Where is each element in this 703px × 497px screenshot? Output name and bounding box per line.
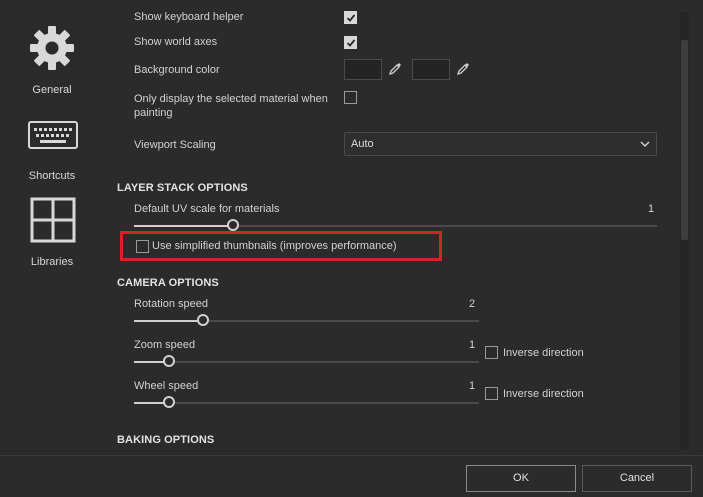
uv-scale-slider-fill — [134, 225, 233, 227]
sidebar: General Shortcuts Libraries — [0, 0, 104, 455]
rotation-speed-label: Rotation speed — [134, 298, 208, 310]
checkmark-icon — [346, 39, 356, 47]
wheel-speed-slider-thumb[interactable] — [163, 396, 175, 408]
sidebar-item-libraries[interactable]: Libraries — [0, 195, 104, 275]
sidebar-item-label: Shortcuts — [28, 170, 76, 182]
baking-section-title: BAKING OPTIONS — [117, 434, 215, 446]
uv-scale-slider-thumb[interactable] — [227, 219, 239, 231]
rotation-speed-slider-thumb[interactable] — [197, 314, 209, 326]
cancel-button[interactable]: Cancel — [582, 465, 692, 492]
ok-button[interactable]: OK — [466, 465, 576, 492]
zoom-speed-slider-thumb[interactable] — [163, 355, 175, 367]
background-color-swatch-2[interactable] — [412, 59, 450, 80]
wheel-inverse-checkbox[interactable] — [485, 387, 498, 400]
scrollbar[interactable] — [680, 12, 689, 450]
show-world-axes-checkbox[interactable] — [344, 36, 357, 49]
chevron-down-icon — [640, 141, 650, 148]
zoom-inverse-checkbox[interactable] — [485, 346, 498, 359]
viewport-scaling-label: Viewport Scaling — [134, 139, 216, 151]
rotation-speed-slider-fill — [134, 320, 203, 322]
wheel-speed-slider[interactable] — [134, 402, 479, 404]
dialog-footer: OK Cancel — [0, 455, 703, 497]
settings-panel: Show keyboard helper Show world axes Bac… — [104, 0, 680, 455]
show-world-axes-label: Show world axes — [134, 36, 218, 48]
background-color-swatch-1[interactable] — [344, 59, 382, 80]
eyedropper-icon[interactable] — [456, 62, 470, 76]
background-color-label: Background color — [134, 64, 220, 76]
camera-section-title: CAMERA OPTIONS — [117, 277, 219, 289]
eyedropper-icon[interactable] — [388, 62, 402, 76]
zoom-inverse-label: Inverse direction — [503, 347, 584, 359]
only-selected-material-checkbox[interactable] — [344, 91, 357, 104]
zoom-speed-slider[interactable] — [134, 361, 479, 363]
zoom-speed-value: 1 — [469, 339, 476, 351]
scrollbar-thumb[interactable] — [681, 40, 688, 240]
checkmark-icon — [346, 14, 356, 22]
only-selected-material-label-line1: Only display the selected material when — [134, 93, 328, 105]
sidebar-item-shortcuts[interactable]: Shortcuts — [0, 110, 104, 190]
simplified-thumbnails-checkbox[interactable] — [136, 240, 149, 253]
uv-scale-label: Default UV scale for materials — [134, 203, 280, 215]
layer-stack-section-title: LAYER STACK OPTIONS — [117, 182, 248, 194]
grid-icon — [30, 197, 76, 243]
zoom-speed-label: Zoom speed — [134, 339, 196, 351]
simplified-thumbnails-label: Use simplified thumbnails (improves perf… — [152, 240, 397, 252]
sidebar-item-label: General — [32, 84, 72, 96]
wheel-speed-value: 1 — [469, 380, 476, 392]
sidebar-item-label: Libraries — [30, 256, 74, 268]
sidebar-item-general[interactable]: General — [0, 0, 104, 100]
keyboard-icon — [28, 121, 78, 149]
viewport-scaling-select[interactable]: Auto — [344, 132, 657, 156]
wheel-inverse-label: Inverse direction — [503, 388, 584, 400]
show-keyboard-helper-checkbox[interactable] — [344, 11, 357, 24]
show-keyboard-helper-label: Show keyboard helper — [134, 11, 244, 23]
viewport-scaling-value: Auto — [351, 138, 374, 150]
rotation-speed-value: 2 — [469, 298, 476, 310]
wheel-speed-label: Wheel speed — [134, 380, 199, 392]
gear-icon — [30, 26, 74, 70]
uv-scale-value: 1 — [648, 203, 655, 215]
only-selected-material-label-line2: painting — [134, 107, 173, 119]
